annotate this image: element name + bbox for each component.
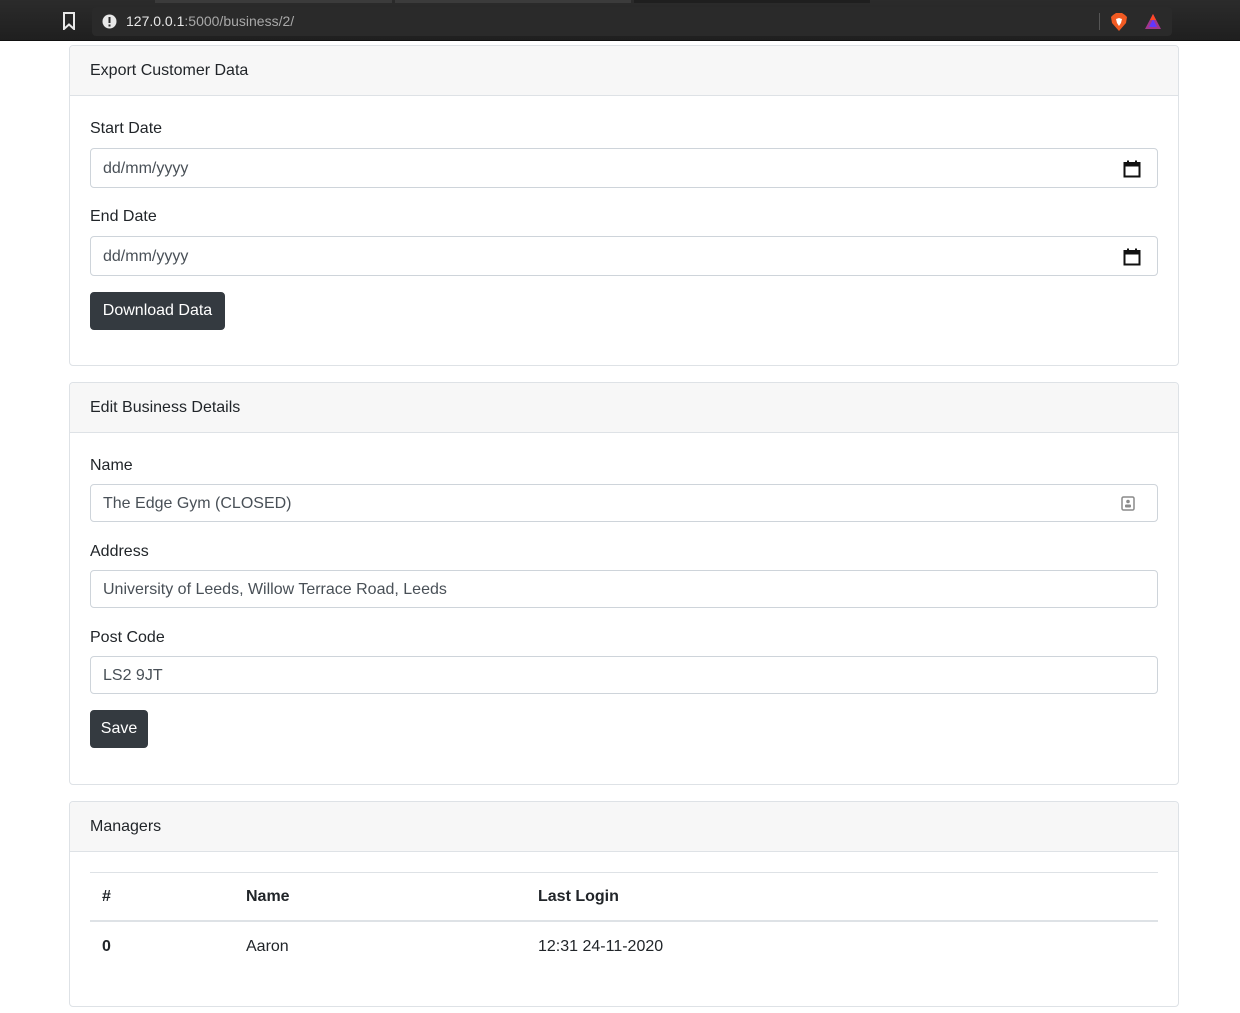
end-date-placeholder: dd/mm/yyyy — [103, 248, 189, 265]
address-input[interactable]: University of Leeds, Willow Terrace Road… — [90, 570, 1158, 608]
post-code-value: LS2 9JT — [103, 667, 163, 684]
brave-rewards-icon[interactable] — [1144, 13, 1162, 30]
tab[interactable] — [155, 0, 392, 3]
column-header-index: # — [102, 888, 111, 905]
brave-shield-icon[interactable] — [1110, 12, 1128, 32]
table-header-row: # Name Last Login — [90, 872, 1158, 922]
calendar-icon[interactable] — [1123, 160, 1141, 178]
end-date-label: End Date — [90, 208, 157, 225]
address-bar[interactable]: 127.0.0.1:5000/business/2/ — [92, 7, 1172, 36]
card-title: Managers — [70, 802, 1178, 852]
manager-name: Aaron — [246, 938, 289, 955]
column-header-last-login: Last Login — [538, 888, 619, 905]
start-date-label: Start Date — [90, 120, 163, 137]
divider — [1099, 13, 1100, 30]
tab-strip — [0, 0, 1240, 3]
start-date-input[interactable]: dd/mm/yyyy — [90, 148, 1158, 188]
calendar-icon[interactable] — [1123, 248, 1141, 266]
contact-card-icon[interactable] — [1121, 496, 1135, 511]
info-icon[interactable] — [102, 14, 117, 29]
edit-business-details-card: Edit Business Details Name The Edge Gym … — [69, 382, 1179, 785]
table-row: 0 Aaron 12:31 24-11-2020 — [90, 922, 1158, 972]
card-title: Edit Business Details — [70, 383, 1178, 433]
name-label: Name — [90, 457, 133, 474]
card-title: Export Customer Data — [70, 46, 1178, 96]
end-date-input[interactable]: dd/mm/yyyy — [90, 236, 1158, 276]
managers-table: # Name Last Login 0 Aaron 12:31 24-11-20… — [90, 872, 1158, 972]
managers-card: Managers # Name Last Login 0 Aaron 12:31… — [69, 801, 1179, 1007]
name-value: The Edge Gym (CLOSED) — [103, 495, 292, 512]
address-label: Address — [90, 543, 149, 560]
name-input[interactable]: The Edge Gym (CLOSED) — [90, 484, 1158, 522]
browser-toolbar: 127.0.0.1:5000/business/2/ — [0, 0, 1240, 41]
download-data-button[interactable]: Download Data — [90, 292, 225, 330]
url-text[interactable]: 127.0.0.1:5000/business/2/ — [126, 13, 294, 29]
post-code-label: Post Code — [90, 629, 165, 646]
tab[interactable] — [634, 0, 870, 3]
bookmark-icon[interactable] — [62, 12, 76, 30]
url-path: :5000/business/2/ — [184, 13, 295, 29]
start-date-placeholder: dd/mm/yyyy — [103, 160, 189, 177]
column-header-name: Name — [246, 888, 290, 905]
post-code-input[interactable]: LS2 9JT — [90, 656, 1158, 694]
save-button[interactable]: Save — [90, 710, 148, 748]
export-customer-data-card: Export Customer Data Start Date dd/mm/yy… — [69, 45, 1179, 366]
manager-last-login: 12:31 24-11-2020 — [538, 938, 664, 955]
row-index: 0 — [102, 938, 111, 955]
url-host: 127.0.0.1 — [126, 13, 185, 29]
address-value: University of Leeds, Willow Terrace Road… — [103, 581, 447, 598]
tab[interactable] — [395, 0, 631, 3]
